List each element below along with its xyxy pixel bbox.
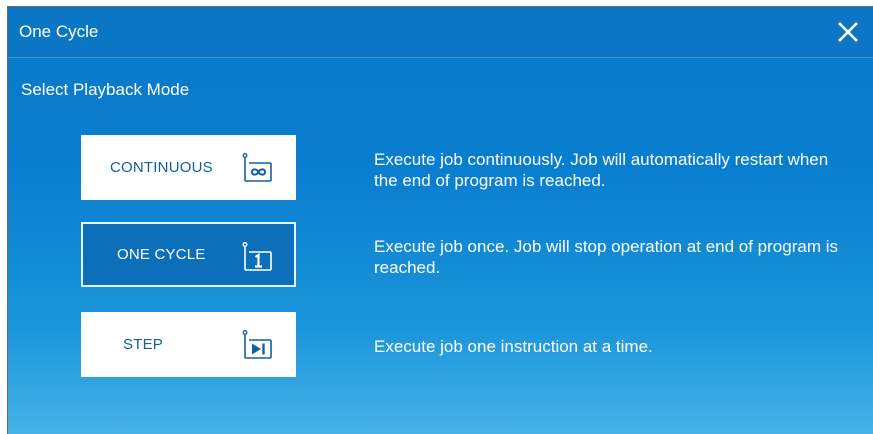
continuous-infinity-icon xyxy=(241,152,273,184)
continuous-mode-button[interactable]: CONTINUOUS xyxy=(81,135,296,200)
close-icon xyxy=(838,22,858,42)
playback-mode-dialog: One Cycle Select Playback Mode CONTINUOU… xyxy=(7,6,873,434)
one-cycle-mode-label: ONE CYCLE xyxy=(117,246,206,263)
continuous-mode-label: CONTINUOUS xyxy=(110,159,213,176)
dialog-title: One Cycle xyxy=(19,22,99,41)
step-mode-label: STEP xyxy=(123,336,163,353)
step-mode-description: Execute job one instruction at a time. xyxy=(374,337,653,356)
close-button[interactable] xyxy=(833,17,863,47)
one-cycle-mode-description: Execute job once. Job will stop operatio… xyxy=(374,237,838,277)
title-bar: One Cycle xyxy=(8,7,873,58)
select-mode-heading: Select Playback Mode xyxy=(21,80,190,99)
one-cycle-icon xyxy=(241,241,273,273)
step-mode-button[interactable]: STEP xyxy=(81,312,296,377)
step-icon xyxy=(241,329,273,361)
one-cycle-mode-button[interactable]: ONE CYCLE xyxy=(81,222,296,287)
continuous-mode-description: Execute job continuously. Job will autom… xyxy=(374,150,829,190)
